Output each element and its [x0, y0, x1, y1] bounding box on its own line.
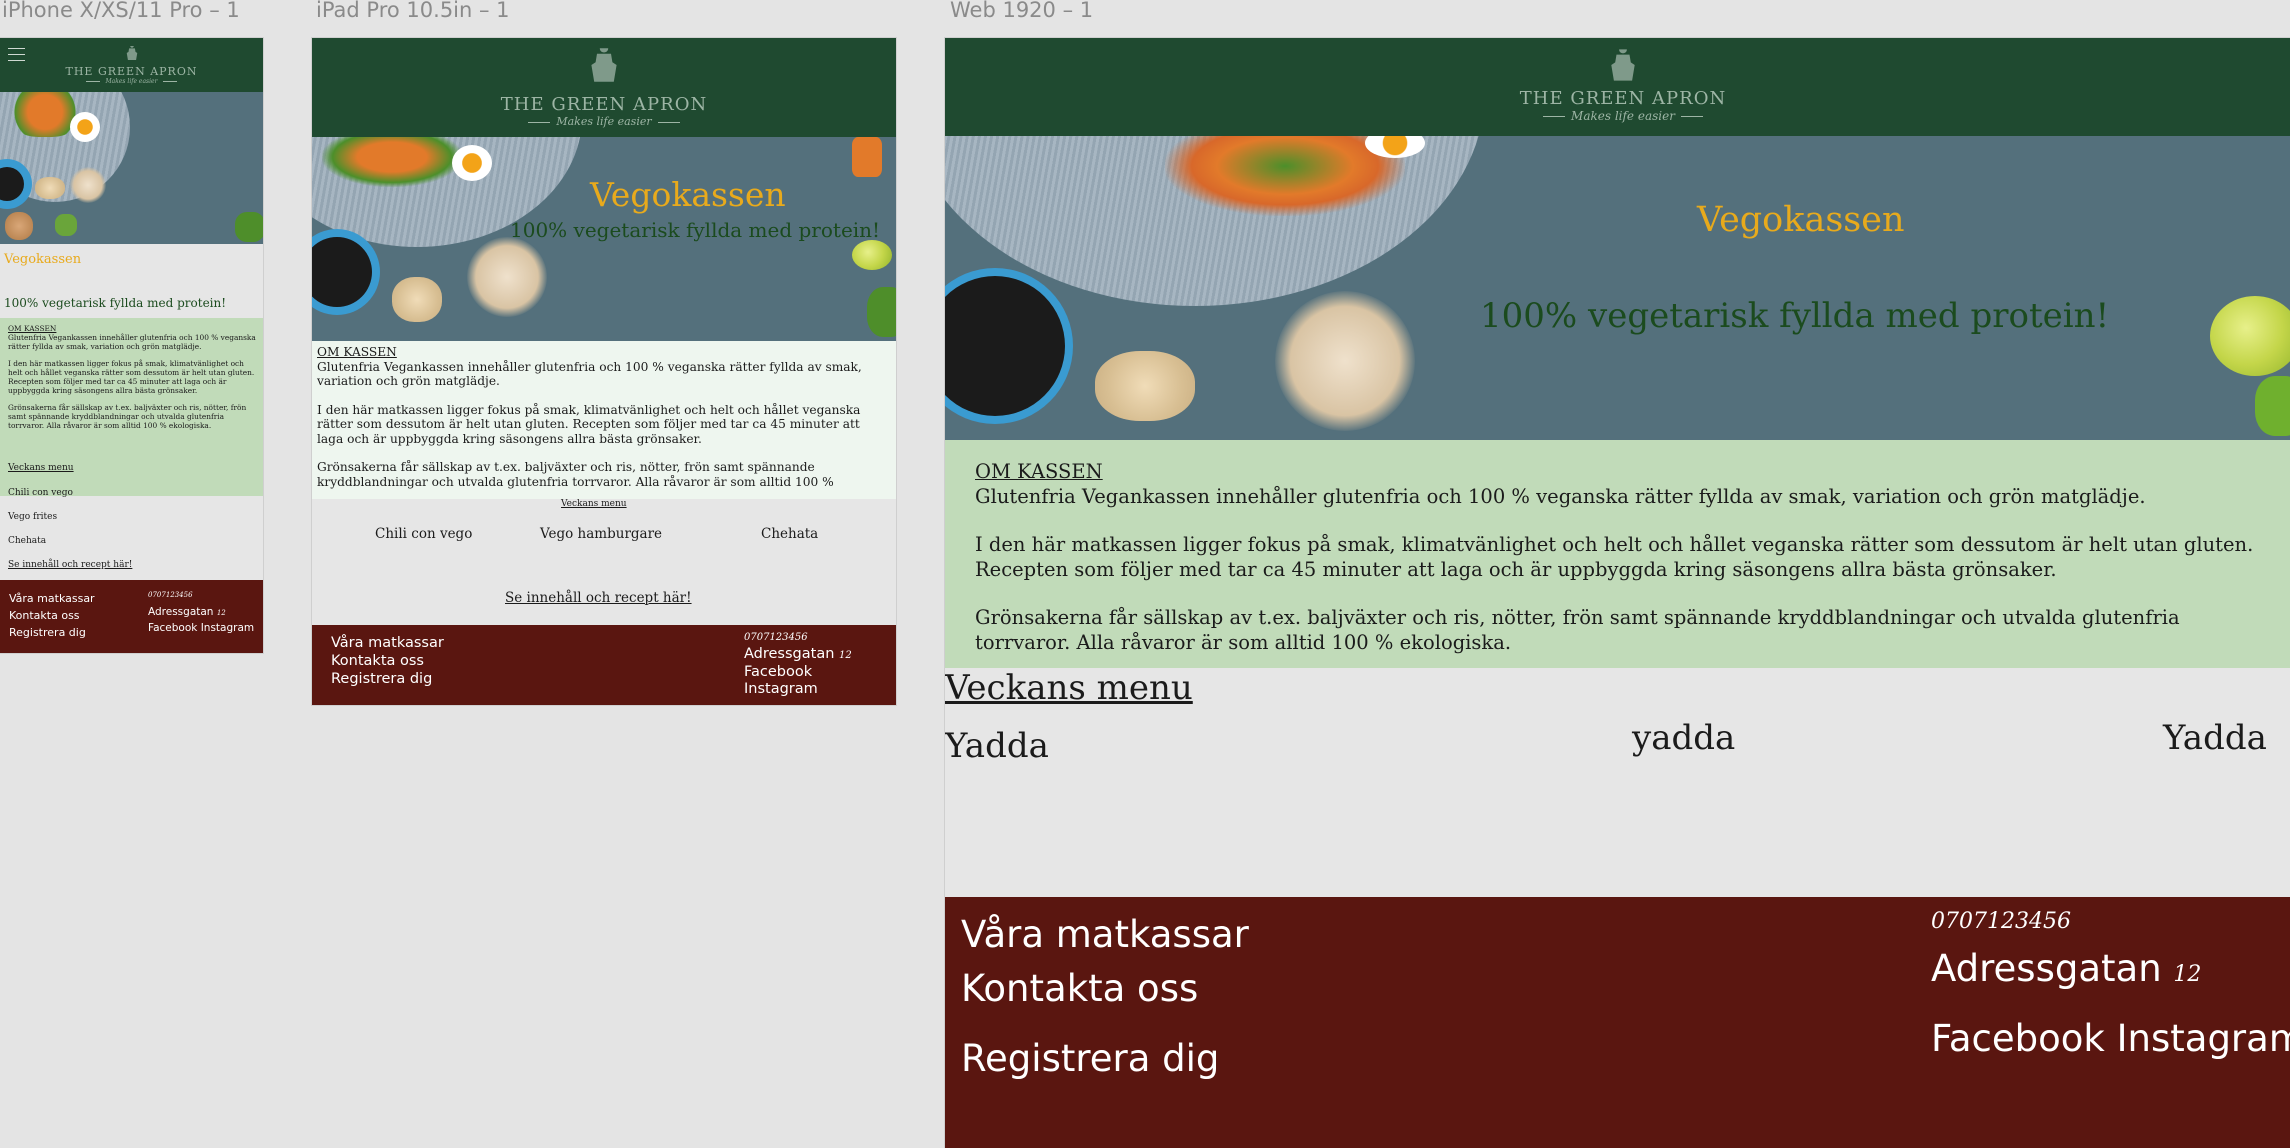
brand-tagline: Makes life easier: [105, 78, 158, 85]
footer-link-registrera[interactable]: Registrera dig: [961, 1037, 1219, 1080]
hero-image: [945, 136, 2290, 440]
menu-item[interactable]: Yadda: [2163, 718, 2267, 758]
instagram-link[interactable]: Instagram: [2117, 1017, 2290, 1060]
footer-phone: 0707123456: [148, 591, 193, 599]
facebook-link[interactable]: Facebook: [1931, 1017, 2105, 1060]
footer-link-registrera[interactable]: Registrera dig: [9, 626, 86, 639]
apron-logo-icon: [126, 46, 137, 60]
menu-item[interactable]: yadda: [1632, 718, 1735, 758]
artboard-tablet: THE GREEN APRON Makes life easier Vegoka…: [312, 38, 896, 705]
about-section: OM KASSEN Glutenfria Vegankassen innehål…: [312, 341, 896, 499]
artboard-label-tablet: iPad Pro 10.5in – 1: [316, 0, 510, 22]
recipe-link[interactable]: Se innehåll och recept här!: [8, 560, 132, 570]
about-section: OM KASSEN Glutenfria Vegankassen innehål…: [945, 440, 2290, 668]
site-header: THE GREEN APRON Makes life easier: [945, 38, 2290, 136]
menu-item[interactable]: Chili con vego: [375, 526, 472, 542]
menu-item[interactable]: Chili con vego: [8, 488, 73, 498]
brand: THE GREEN APRON Makes life easier: [0, 65, 263, 85]
hero-subtitle: 100% vegetarisk fyllda med protein!: [510, 218, 881, 242]
footer-social: Facebook Instagram: [1931, 1017, 2290, 1060]
artboard-phone: THE GREEN APRON Makes life easier Vegoka…: [0, 38, 263, 653]
artboard-label-phone: iPhone X/XS/11 Pro – 1: [2, 0, 240, 22]
footer-link-matkassar[interactable]: Våra matkassar: [9, 592, 95, 605]
menu-heading: Veckans menu: [8, 463, 74, 473]
about-paragraph-3: Grönsakerna får sällskap av t.ex. baljvä…: [8, 403, 247, 430]
footer-link-registrera[interactable]: Registrera dig: [331, 671, 432, 687]
artboard-web: THE GREEN APRON Makes life easier Vegoka…: [945, 38, 2290, 1148]
footer-link-matkassar[interactable]: Våra matkassar: [961, 913, 1249, 956]
hero-subtitle: 100% vegetarisk fyllda med protein!: [4, 296, 227, 310]
menu-item[interactable]: Vego frites: [8, 512, 57, 522]
brand-name: THE GREEN APRON: [500, 94, 708, 115]
brand-name: THE GREEN APRON: [1519, 88, 1727, 109]
brand-name: THE GREEN APRON: [65, 65, 198, 78]
about-heading: OM KASSEN: [8, 324, 57, 333]
facebook-link[interactable]: Facebook: [148, 622, 197, 634]
recipe-link[interactable]: Se innehåll och recept här!: [505, 590, 692, 606]
site-footer: Våra matkassar Kontakta oss Registrera d…: [945, 897, 2290, 1148]
menu-item[interactable]: Yadda: [945, 726, 1049, 766]
about-paragraph-2: I den här matkassen ligger fokus på smak…: [8, 359, 255, 395]
about-heading: OM KASSEN: [317, 345, 397, 359]
site-header: THE GREEN APRON Makes life easier: [0, 38, 263, 92]
menu-heading: Veckans menu: [945, 668, 1193, 708]
instagram-link[interactable]: Instagram: [201, 622, 254, 634]
apron-logo-icon: [1611, 49, 1635, 81]
hero-title: Vegokassen: [4, 252, 82, 267]
hero-title: Vegokassen: [1697, 200, 1905, 240]
brand: THE GREEN APRON Makes life easier: [312, 94, 896, 128]
about-paragraph-1: Glutenfria Vegankassen innehåller gluten…: [317, 359, 862, 389]
about-paragraph-3: Grönsakerna får sällskap av t.ex. baljvä…: [317, 460, 834, 489]
footer-link-kontakt[interactable]: Kontakta oss: [9, 609, 80, 622]
menu-item[interactable]: Chehata: [761, 526, 818, 542]
brand-tagline: Makes life easier: [1571, 109, 1675, 123]
about-paragraph-1: Glutenfria Vegankassen innehåller gluten…: [8, 333, 256, 351]
about-paragraph-3: Grönsakerna får sällskap av t.ex. baljvä…: [975, 606, 2180, 654]
menu-icon[interactable]: [8, 48, 25, 66]
hero-image: [0, 92, 263, 244]
menu-item[interactable]: Chehata: [8, 536, 46, 546]
footer-address: Adressgatan 12: [1931, 947, 2202, 990]
about-paragraph-2: I den här matkassen ligger fokus på smak…: [975, 533, 2254, 581]
instagram-link[interactable]: Instagram: [744, 681, 818, 697]
artboard-label-web: Web 1920 – 1: [950, 0, 1094, 22]
hero-title: Vegokassen: [590, 175, 786, 214]
footer-address: Adressgatan 12: [148, 606, 226, 618]
footer-link-kontakt[interactable]: Kontakta oss: [961, 967, 1198, 1010]
brand: THE GREEN APRON Makes life easier: [1383, 88, 1863, 123]
site-footer: Våra matkassar Kontakta oss Registrera d…: [312, 625, 896, 705]
site-header: THE GREEN APRON Makes life easier: [312, 38, 896, 137]
footer-link-kontakt[interactable]: Kontakta oss: [331, 653, 424, 669]
menu-heading: Veckans menu: [561, 499, 627, 509]
site-footer: Våra matkassar Kontakta oss Registrera d…: [0, 580, 263, 653]
footer-social: Facebook Instagram: [148, 622, 254, 634]
facebook-link[interactable]: Facebook: [744, 664, 812, 680]
about-heading: OM KASSEN: [975, 460, 1103, 483]
menu-item[interactable]: Vego hamburgare: [540, 526, 662, 542]
hero-subtitle: 100% vegetarisk fyllda med protein!: [1480, 296, 2110, 336]
about-paragraph-2: I den här matkassen ligger fokus på smak…: [317, 402, 861, 446]
footer-phone: 0707123456: [1931, 909, 2071, 934]
footer-phone: 0707123456: [744, 632, 808, 643]
footer-address: Adressgatan 12: [744, 646, 852, 662]
apron-logo-icon: [591, 48, 617, 82]
brand-tagline: Makes life easier: [556, 115, 652, 128]
footer-link-matkassar[interactable]: Våra matkassar: [331, 635, 444, 651]
about-paragraph-1: Glutenfria Vegankassen innehåller gluten…: [975, 484, 2146, 508]
